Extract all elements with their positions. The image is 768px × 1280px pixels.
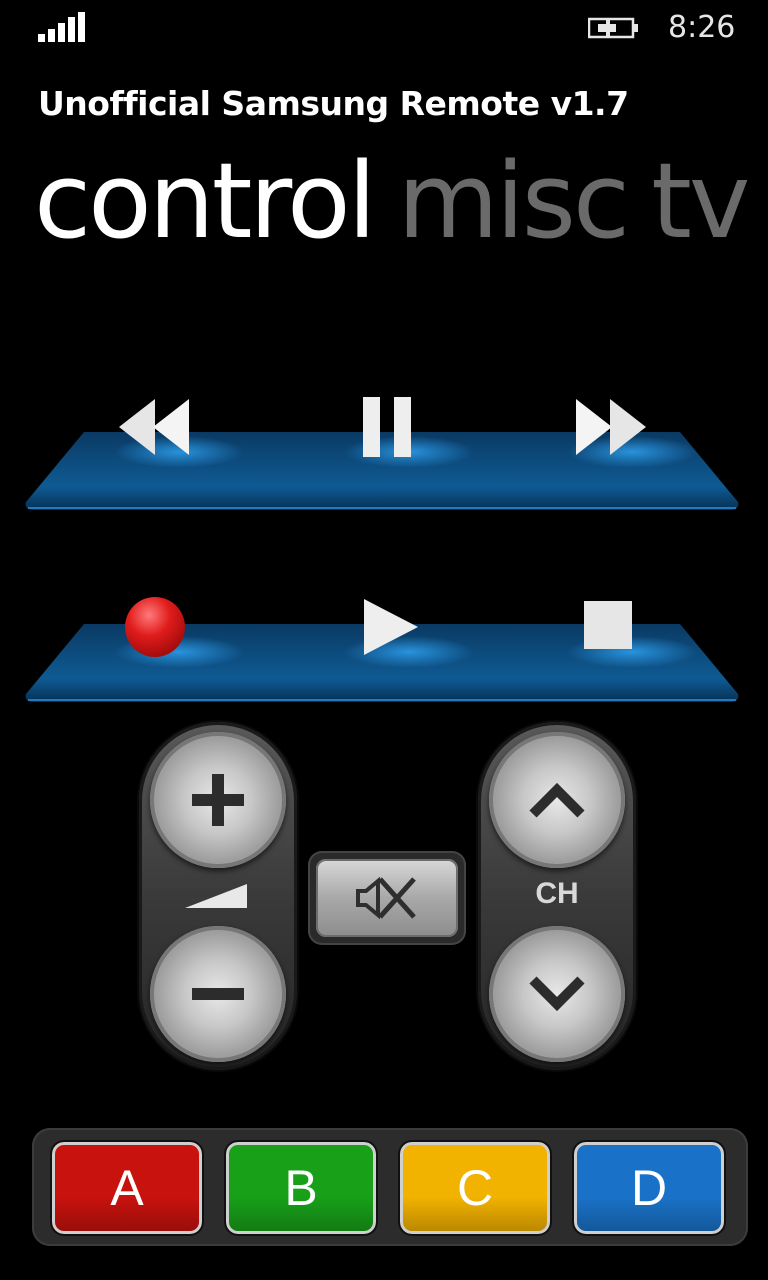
volume-down-button[interactable] — [150, 926, 286, 1062]
tab-control[interactable]: control — [34, 140, 376, 262]
record-button[interactable] — [100, 572, 210, 682]
channel-rocker: CH — [478, 722, 636, 1070]
rewind-button[interactable] — [100, 372, 210, 482]
volume-rocker — [139, 722, 297, 1070]
pause-button[interactable] — [332, 372, 442, 482]
pivot-header: control misc tv — [34, 140, 768, 262]
color-key-d[interactable]: D — [574, 1142, 724, 1234]
chevron-down-icon — [529, 976, 585, 1012]
app-title: Unofficial Samsung Remote v1.7 — [38, 84, 629, 123]
channel-up-button[interactable] — [489, 732, 625, 868]
mute-frame — [308, 851, 466, 945]
mute-button[interactable] — [316, 859, 458, 937]
channel-down-button[interactable] — [489, 926, 625, 1062]
color-key-b[interactable]: B — [226, 1142, 376, 1234]
pause-icon — [363, 397, 411, 457]
minus-icon — [192, 988, 244, 1000]
battery-charging-icon — [588, 17, 638, 39]
rewind-icon — [119, 399, 189, 455]
plus-icon — [192, 774, 244, 826]
record-icon — [125, 597, 185, 657]
color-keys-bar: A B C D — [32, 1128, 748, 1246]
signal-strength-icon — [38, 12, 86, 42]
status-bar: 8:26 — [0, 0, 768, 56]
chevron-up-icon — [529, 782, 585, 818]
tab-tv[interactable]: tv — [651, 140, 750, 262]
clock: 8:26 — [668, 10, 736, 45]
tab-misc[interactable]: misc — [398, 140, 631, 262]
play-icon — [364, 599, 418, 655]
volume-up-button[interactable] — [150, 732, 286, 868]
play-button[interactable] — [335, 572, 445, 682]
color-key-c[interactable]: C — [400, 1142, 550, 1234]
fast-forward-icon — [576, 399, 646, 455]
fast-forward-button[interactable] — [555, 372, 665, 482]
stop-button[interactable] — [553, 570, 663, 680]
volume-level-icon — [185, 884, 247, 908]
color-key-a[interactable]: A — [52, 1142, 202, 1234]
channel-label: CH — [535, 877, 579, 910]
mute-icon — [356, 876, 416, 920]
stop-icon — [584, 601, 632, 649]
